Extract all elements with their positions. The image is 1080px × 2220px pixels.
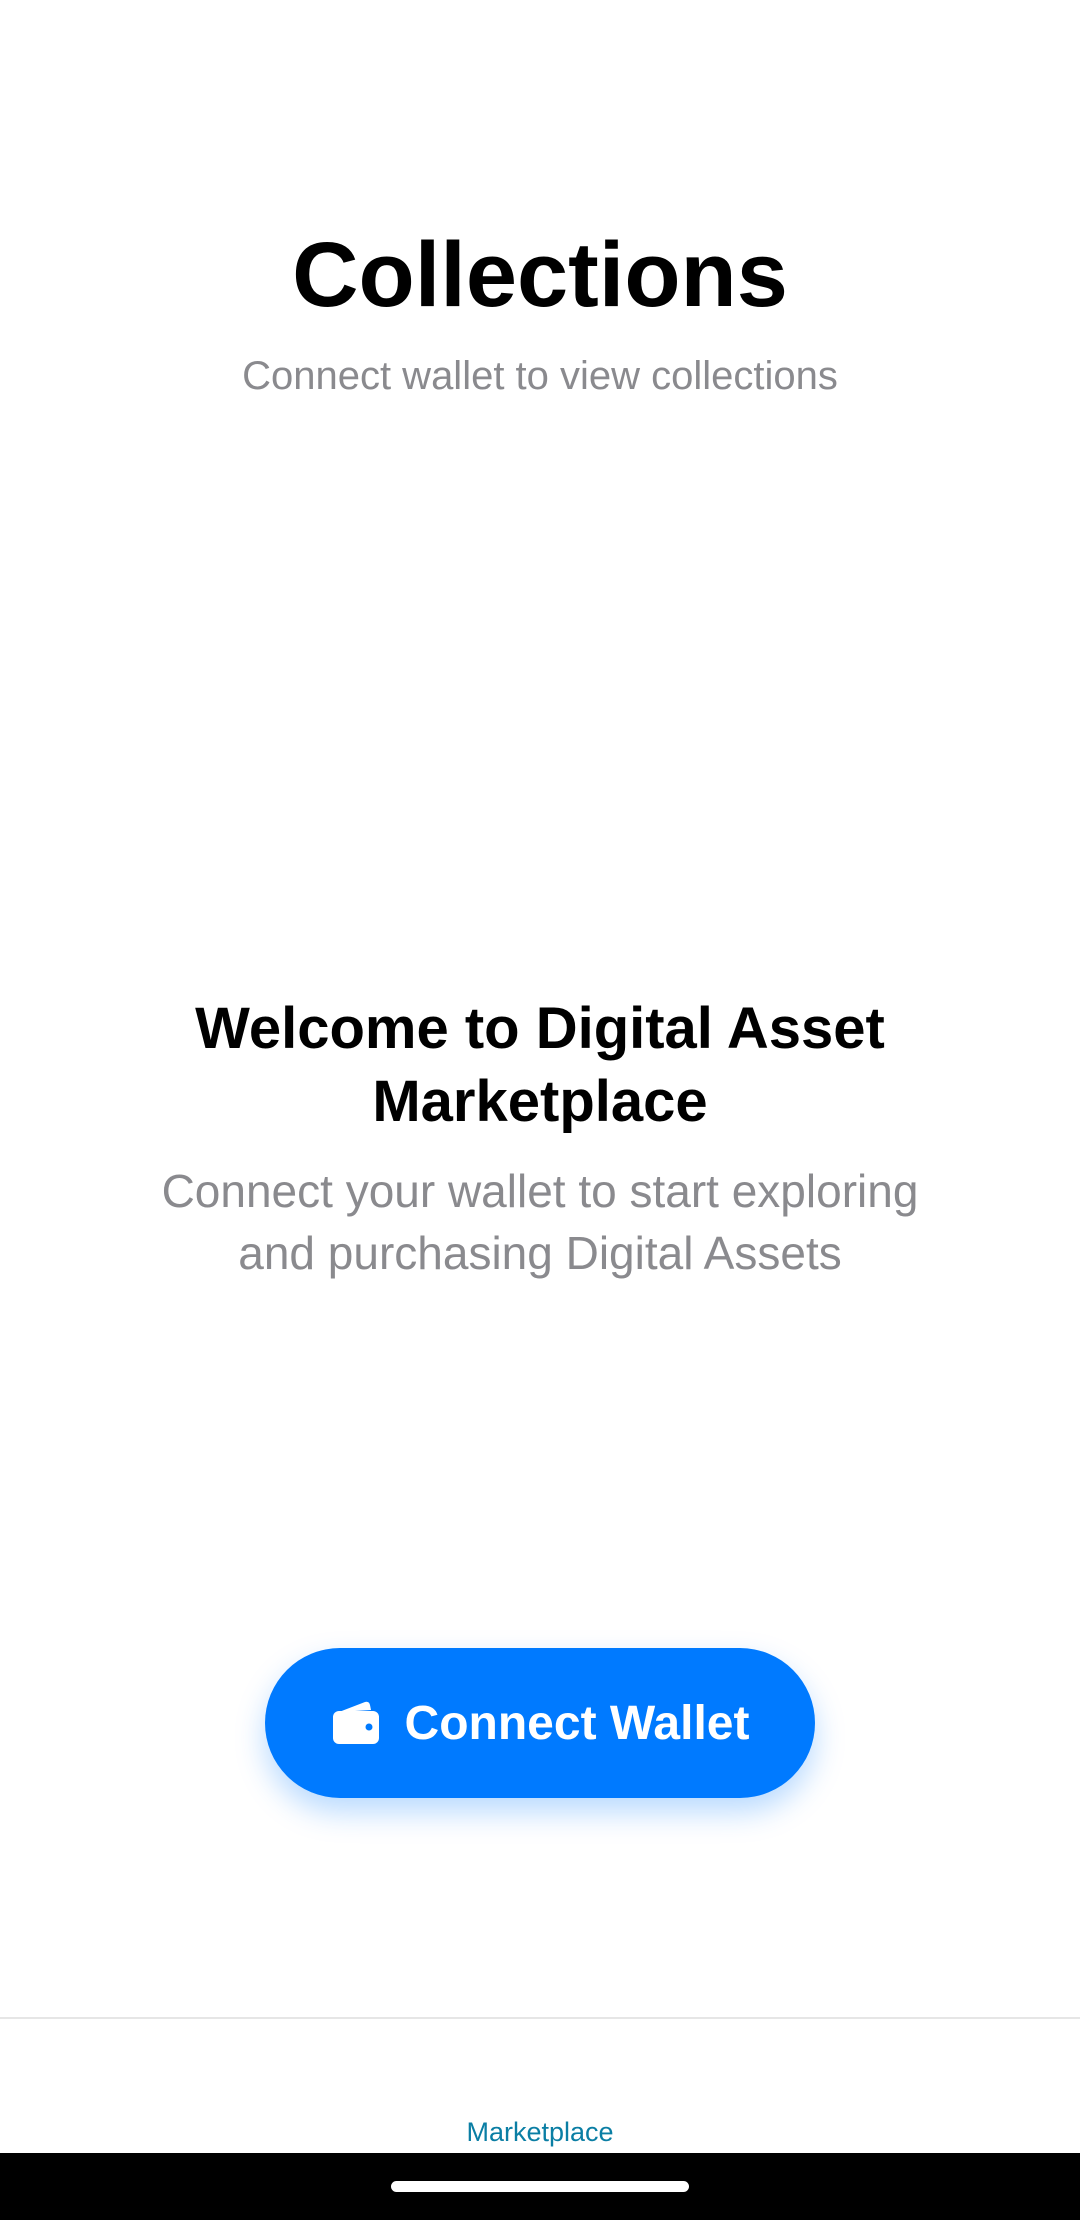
collections-screen: Collections Connect wallet to view colle… bbox=[0, 0, 1080, 2220]
connect-wallet-label: Connect Wallet bbox=[404, 1696, 750, 1750]
system-navigation-bar bbox=[0, 2153, 1080, 2220]
tab-marketplace[interactable]: Marketplace bbox=[0, 2117, 1080, 2148]
page-title: Collections bbox=[292, 224, 788, 326]
home-indicator[interactable] bbox=[391, 2181, 689, 2192]
welcome-title: Welcome to Digital Asset Marketplace bbox=[195, 996, 885, 1134]
bottom-tab-bar: Marketplace bbox=[0, 2017, 1080, 2155]
welcome-description: Connect your wallet to start exploring a… bbox=[161, 1165, 919, 1279]
wallet-icon bbox=[332, 1701, 379, 1744]
connect-wallet-button[interactable]: Connect Wallet bbox=[265, 1648, 815, 1798]
page-subtitle: Connect wallet to view collections bbox=[242, 354, 838, 398]
